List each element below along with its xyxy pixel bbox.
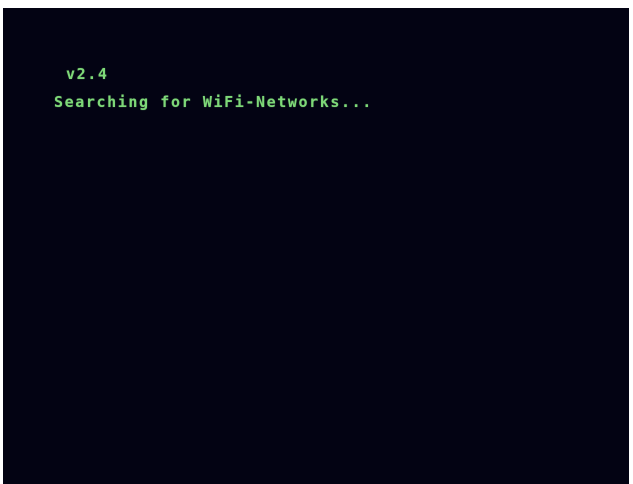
status-message: Searching for WiFi-Networks... <box>54 93 373 111</box>
terminal-screen: v2.4 Searching for WiFi-Networks... <box>3 8 629 484</box>
version-label: v2.4 <box>66 65 109 83</box>
screen-frame: v2.4 Searching for WiFi-Networks... <box>0 0 633 484</box>
